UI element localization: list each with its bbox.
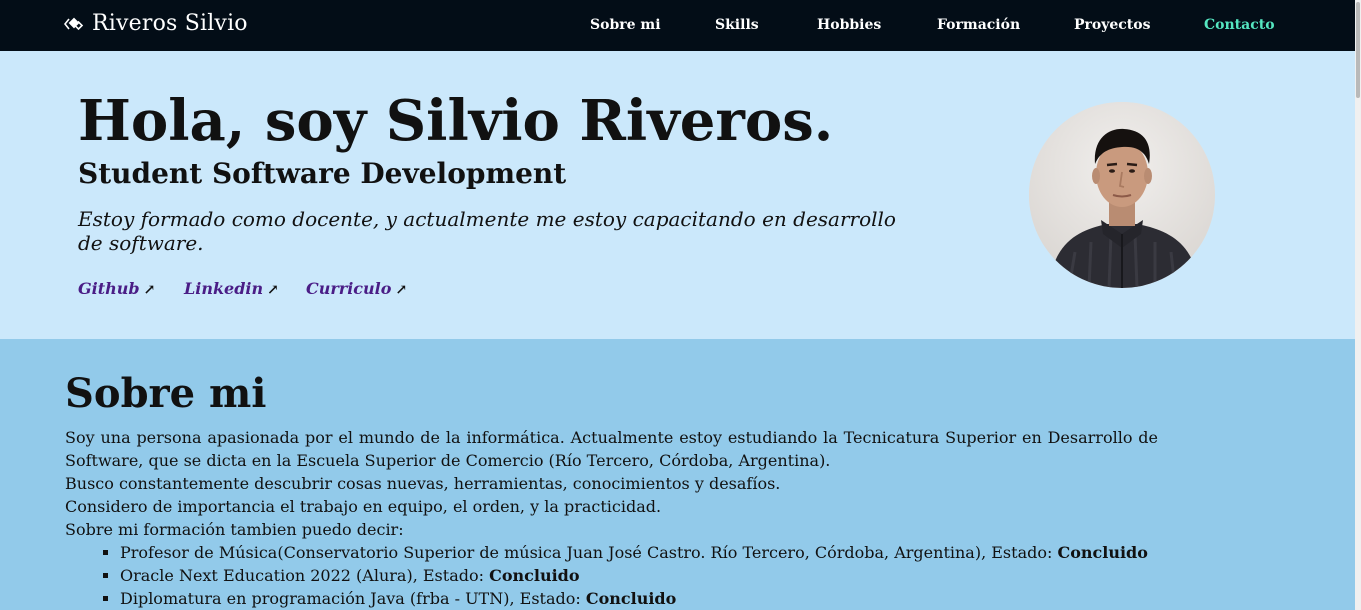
external-link-icon: ↗: [395, 282, 408, 298]
education-item: Profesor de Música(Conservatorio Superio…: [120, 541, 1158, 564]
top-navbar: Riveros Silvio Sobre mi Skills Hobbies F…: [0, 0, 1361, 51]
page-scrollbar[interactable]: [1355, 0, 1361, 610]
external-link-icon: ↗: [143, 282, 156, 298]
about-paragraph: Busco constantemente descubrir cosas nue…: [65, 474, 781, 493]
curriculo-link[interactable]: Curriculo ↗: [306, 279, 407, 298]
hero-title: Hola, soy Silvio Riveros.: [78, 88, 834, 154]
education-item-status: Concluido: [1057, 543, 1148, 562]
education-item: Diplomatura en programación Java (frba -…: [120, 587, 1158, 610]
scrollbar-thumb[interactable]: [1356, 2, 1360, 98]
linkedin-link-label: Linkedin: [184, 279, 264, 298]
profile-photo-illustration: [1029, 102, 1215, 288]
external-link-icon: ↗: [267, 282, 279, 298]
linkedin-link[interactable]: Linkedin ↗: [184, 279, 279, 298]
education-item-text: Profesor de Música(Conservatorio Superio…: [120, 543, 1058, 562]
nav-item-proyectos[interactable]: Proyectos: [1074, 17, 1151, 33]
nav-menu: Sobre mi Skills Hobbies Formación Proyec…: [0, 17, 1361, 37]
education-item-text: Oracle Next Education 2022 (Alura), Esta…: [120, 566, 490, 585]
education-item: Oracle Next Education 2022 (Alura), Esta…: [120, 564, 1158, 587]
nav-item-formacion[interactable]: Formación: [937, 17, 1020, 33]
profile-photo: [1029, 102, 1215, 288]
about-title: Sobre mi: [65, 370, 267, 417]
hero-tagline: Estoy formado como docente, y actualment…: [78, 207, 896, 255]
education-item-status: Concluido: [585, 589, 677, 608]
education-item-status: Concluido: [489, 566, 580, 585]
curriculo-link-label: Curriculo: [306, 279, 392, 298]
nav-item-contacto[interactable]: Contacto: [1204, 17, 1275, 33]
about-paragraph: Soy una persona apasionada por el mundo …: [65, 428, 1158, 470]
github-link-label: Github: [78, 279, 140, 298]
nav-item-sobre-mi[interactable]: Sobre mi: [590, 17, 661, 33]
education-list: Profesor de Música(Conservatorio Superio…: [65, 541, 1158, 610]
about-paragraph: Considero de importancia el trabajo en e…: [65, 497, 662, 516]
nav-item-hobbies[interactable]: Hobbies: [817, 17, 881, 33]
github-link[interactable]: Github ↗: [78, 279, 155, 298]
about-paragraph: Sobre mi formación tambien puedo decir:: [65, 520, 404, 539]
hero-section: Hola, soy Silvio Riveros. Student Softwa…: [0, 51, 1355, 339]
hero-subtitle: Student Software Development: [78, 157, 567, 190]
nav-item-skills[interactable]: Skills: [715, 17, 759, 33]
education-item-text: Diplomatura en programación Java (frba -…: [120, 589, 586, 608]
about-text: Soy una persona apasionada por el mundo …: [65, 426, 1158, 610]
about-section: Sobre mi Soy una persona apasionada por …: [0, 339, 1355, 610]
